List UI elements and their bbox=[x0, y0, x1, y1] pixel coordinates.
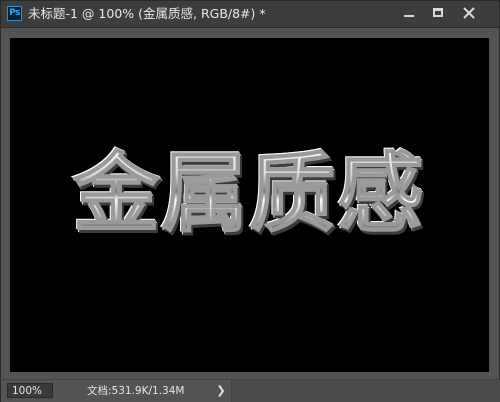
status-menu-arrow-icon[interactable]: ❯ bbox=[215, 383, 227, 399]
document-size-info: 文档:531.9K/1.34M bbox=[87, 385, 185, 397]
photoshop-app-icon: Ps bbox=[7, 6, 22, 21]
document-window: Ps 未标题-1 @ 100% (金属质感, RGB/8#) * 金属质感 10… bbox=[0, 0, 500, 402]
status-bar: 100% 文档:531.9K/1.34M ❯ bbox=[1, 379, 500, 402]
document-canvas[interactable]: 金属质感 bbox=[10, 38, 489, 372]
minimize-icon bbox=[404, 15, 414, 17]
metal-effect-text-layer: 金属质感 bbox=[10, 143, 489, 245]
maximize-button[interactable] bbox=[426, 4, 450, 22]
close-icon bbox=[463, 7, 475, 19]
zoom-level-field[interactable]: 100% bbox=[7, 383, 53, 398]
maximize-icon bbox=[433, 8, 443, 17]
close-button[interactable] bbox=[456, 4, 482, 22]
minimize-button[interactable] bbox=[397, 4, 421, 22]
title-bar[interactable]: Ps 未标题-1 @ 100% (金属质感, RGB/8#) * bbox=[1, 1, 499, 28]
document-title: 未标题-1 @ 100% (金属质感, RGB/8#) * bbox=[28, 6, 266, 21]
horizontal-scrollbar[interactable] bbox=[231, 380, 500, 402]
